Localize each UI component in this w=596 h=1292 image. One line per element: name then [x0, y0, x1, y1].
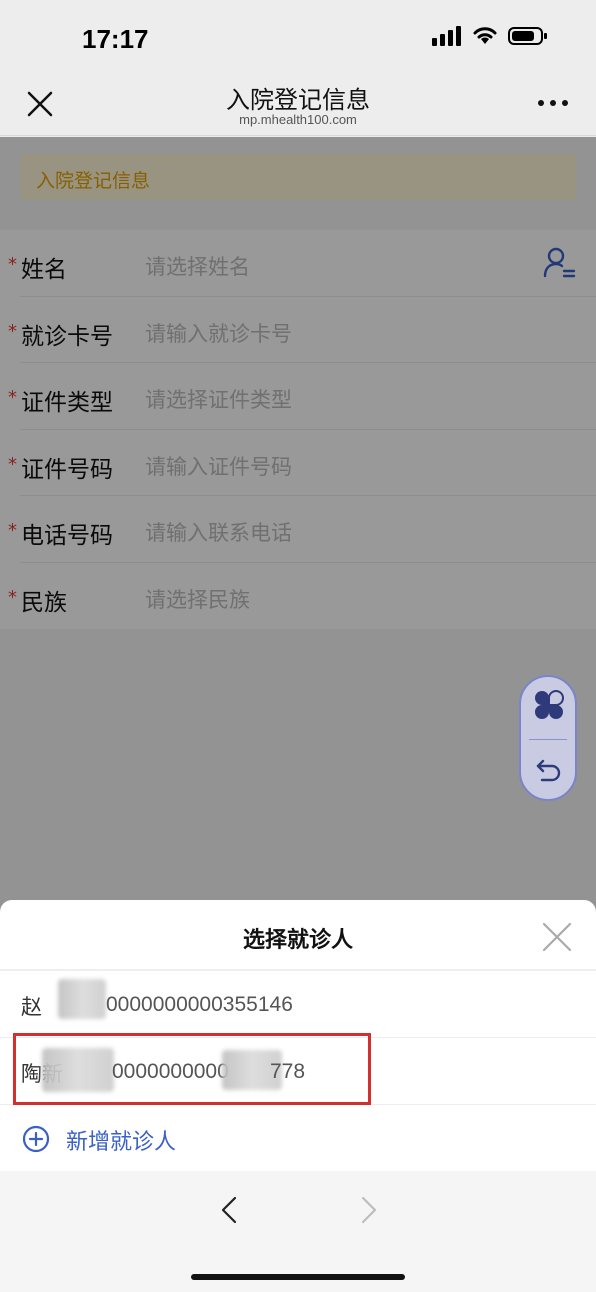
highlight-box — [13, 1033, 371, 1105]
signal-icon — [432, 26, 461, 46]
patient-item[interactable]: 赵 0000000000355146 — [0, 971, 596, 1038]
sheet-title: 选择就诊人 — [242, 928, 353, 953]
close-icon[interactable] — [540, 920, 574, 954]
status-icons — [432, 26, 548, 46]
wifi-icon — [473, 27, 497, 44]
redaction-mark — [58, 979, 106, 1019]
browser-toolbar — [0, 1171, 596, 1292]
battery-icon — [508, 27, 547, 45]
patient-card-number: 0000000000355146 — [106, 993, 293, 1016]
add-patient-button[interactable]: 新增就诊人 — [0, 1105, 596, 1171]
more-icon[interactable] — [538, 100, 568, 106]
clover-icon[interactable] — [533, 689, 565, 721]
home-indicator[interactable] — [191, 1274, 405, 1280]
page-url: mp.mhealth100.com — [239, 112, 357, 127]
floating-toolbar[interactable] — [519, 675, 577, 801]
status-time: 17:17 — [82, 24, 149, 54]
page-title: 入院登记信息 — [226, 87, 370, 114]
add-circle-icon — [22, 1125, 50, 1153]
chevron-right-icon[interactable] — [360, 1195, 378, 1225]
nav-bar: 入院登记信息 mp.mhealth100.com — [0, 70, 596, 136]
status-bar: 17:17 — [0, 0, 596, 70]
add-patient-label: 新增就诊人 — [66, 1130, 177, 1155]
undo-icon[interactable] — [535, 755, 563, 783]
patient-name: 赵 — [21, 995, 42, 1019]
chevron-left-icon[interactable] — [220, 1195, 238, 1225]
